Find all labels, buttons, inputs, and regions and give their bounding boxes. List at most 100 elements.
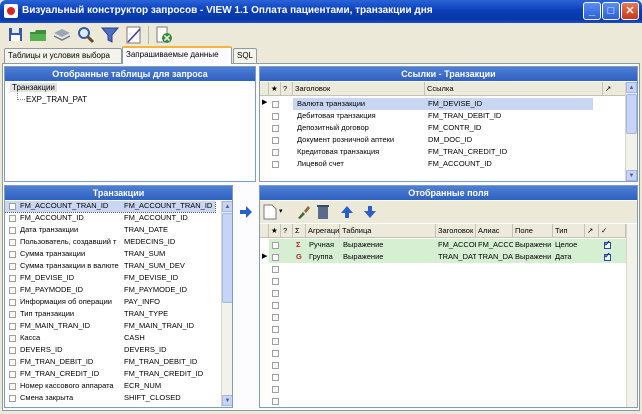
field-agg[interactable]: Ручная xyxy=(309,240,334,249)
move-up-icon[interactable] xyxy=(340,204,354,220)
transaction-title: FM_TRAN_CREDIT_ID xyxy=(20,369,100,378)
tab-requested-data[interactable]: Запрашиваемые данные xyxy=(122,46,232,64)
transaction-field: FM_TRAN_DEBIT_ID xyxy=(124,357,198,366)
open-folder-icon[interactable] xyxy=(28,25,48,45)
scroll-down-icon[interactable]: ▼ xyxy=(222,395,232,406)
trash-icon[interactable] xyxy=(316,203,330,220)
exit-icon[interactable] xyxy=(154,25,174,45)
tree-child[interactable]: EXP_TRAN_PAT xyxy=(26,95,87,104)
maximize-button[interactable]: □ xyxy=(602,2,620,20)
link-title: Дебитовая транзакция xyxy=(297,111,376,120)
link-check[interactable] xyxy=(272,113,279,120)
tab-tables[interactable]: Таблицы и условия выбора xyxy=(4,48,122,63)
field-check[interactable] xyxy=(272,254,279,261)
layers-icon[interactable] xyxy=(52,25,72,45)
transaction-check[interactable] xyxy=(9,215,16,222)
transaction-check[interactable] xyxy=(9,395,16,402)
link-ref: FM_DEVISE_ID xyxy=(428,99,483,108)
scroll-down-icon[interactable]: ▼ xyxy=(626,170,637,181)
field-agg[interactable]: Группа xyxy=(309,252,333,261)
transaction-check[interactable] xyxy=(9,275,16,282)
field-title[interactable]: FM_ACCOL xyxy=(438,240,476,249)
transaction-check[interactable] xyxy=(9,287,16,294)
scroll-thumb[interactable] xyxy=(222,213,232,303)
empty-row-check[interactable] xyxy=(272,314,279,321)
add-field-arrow-icon[interactable] xyxy=(238,205,254,219)
link-ref: DM_DOC_ID xyxy=(428,135,473,144)
empty-row-check[interactable] xyxy=(272,350,279,357)
filter-icon[interactable] xyxy=(100,25,120,45)
fields-col-title[interactable]: Заголовок xyxy=(436,224,476,238)
save-icon[interactable] xyxy=(6,25,26,45)
scroll-up-icon[interactable]: ▲ xyxy=(626,82,637,93)
fields-toolbar: ▾ xyxy=(260,201,637,223)
fields-col-field[interactable]: Поле xyxy=(513,224,553,238)
transaction-check[interactable] xyxy=(9,203,16,210)
transaction-check[interactable] xyxy=(9,251,16,258)
fields-col-indicator xyxy=(260,224,269,238)
links-scrollbar[interactable]: ▲ ▼ xyxy=(625,82,637,181)
field-expr[interactable]: Выражени xyxy=(515,240,553,249)
empty-row-check[interactable] xyxy=(272,398,279,405)
field-title[interactable]: TRAN_DAT xyxy=(438,252,476,261)
scroll-up-icon[interactable]: ▲ xyxy=(222,201,232,212)
edit-sheet-icon[interactable] xyxy=(124,25,144,45)
transaction-check[interactable] xyxy=(9,239,16,246)
fields-col-agg[interactable]: Агрегация xyxy=(306,224,340,238)
link-check[interactable] xyxy=(272,149,279,156)
transaction-check[interactable] xyxy=(9,299,16,306)
move-down-icon[interactable] xyxy=(363,204,377,220)
link-title: Кредитовая транзакция xyxy=(297,147,380,156)
empty-row-check[interactable] xyxy=(272,374,279,381)
link-check[interactable] xyxy=(272,161,279,168)
empty-row-check[interactable] xyxy=(272,362,279,369)
tab-sql[interactable]: SQL xyxy=(233,48,257,63)
links-col-ref[interactable]: Ссылка xyxy=(425,82,603,96)
search-icon[interactable] xyxy=(76,25,96,45)
brush-icon[interactable] xyxy=(295,204,311,220)
title-bar[interactable]: Визуальный конструктор запросов - VIEW 1… xyxy=(0,0,642,23)
transaction-check[interactable] xyxy=(9,359,16,366)
field-output-check[interactable] xyxy=(604,239,611,249)
tree-root[interactable]: Транзакции xyxy=(10,83,57,92)
scroll-thumb[interactable] xyxy=(626,94,637,134)
transaction-field: ECR_NUM xyxy=(124,381,162,390)
empty-row-check[interactable] xyxy=(272,302,279,309)
link-check[interactable] xyxy=(272,137,279,144)
field-alias[interactable]: TRAN_DAT xyxy=(478,252,513,261)
transactions-scrollbar[interactable]: ▲ ▼ xyxy=(221,201,232,407)
fields-scrollbar[interactable] xyxy=(626,224,637,407)
fields-col-alias[interactable]: Алиас xyxy=(476,224,513,238)
field-alias[interactable]: FM_ACCOL xyxy=(478,240,513,249)
fields-col-type[interactable]: Тип xyxy=(553,224,585,238)
transaction-check[interactable] xyxy=(9,371,16,378)
fields-col-table[interactable]: Таблица xyxy=(340,224,436,238)
link-check[interactable] xyxy=(272,101,279,108)
transaction-check[interactable] xyxy=(9,227,16,234)
transaction-check[interactable] xyxy=(9,347,16,354)
close-button[interactable]: ✕ xyxy=(621,2,639,20)
field-output-check[interactable] xyxy=(604,251,611,261)
empty-row-check[interactable] xyxy=(272,386,279,393)
links-col-title[interactable]: Заголовок xyxy=(293,82,425,96)
transaction-check[interactable] xyxy=(9,323,16,330)
minimize-button[interactable]: _ xyxy=(583,2,601,20)
field-expr[interactable]: Выражени xyxy=(515,252,553,261)
empty-row-check[interactable] xyxy=(272,266,279,273)
transaction-check[interactable] xyxy=(9,335,16,342)
empty-row-check[interactable] xyxy=(272,278,279,285)
field-table: Выражение xyxy=(343,252,384,261)
transaction-title: Сумма транзакции в валюте xyxy=(20,261,119,270)
field-table: Выражение xyxy=(343,240,384,249)
empty-row-check[interactable] xyxy=(272,338,279,345)
field-check[interactable] xyxy=(272,242,279,249)
empty-row-check[interactable] xyxy=(272,326,279,333)
link-check[interactable] xyxy=(272,125,279,132)
transaction-field: MEDECINS_ID xyxy=(124,237,176,246)
chevron-down-icon[interactable]: ▾ xyxy=(279,207,283,215)
transaction-check[interactable] xyxy=(9,263,16,270)
empty-row-check[interactable] xyxy=(272,290,279,297)
new-doc-icon[interactable] xyxy=(263,204,277,220)
transaction-check[interactable] xyxy=(9,383,16,390)
transaction-check[interactable] xyxy=(9,311,16,318)
